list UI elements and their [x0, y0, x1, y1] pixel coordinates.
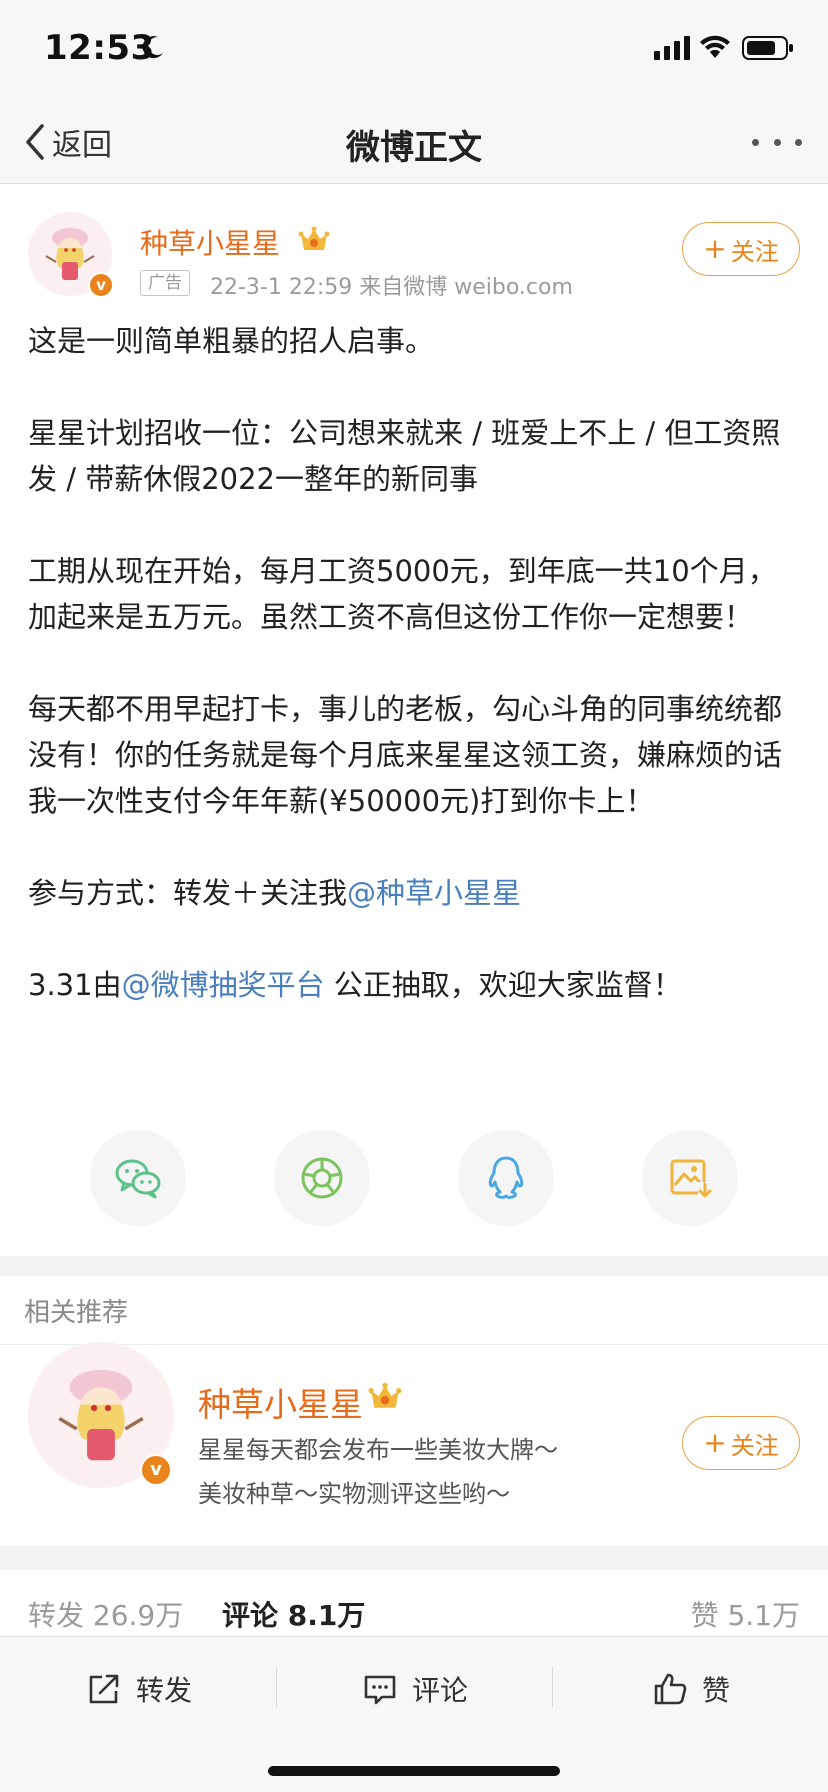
more-dot-icon: [752, 138, 759, 146]
post-paragraph: 这是一则简单粗暴的招人启事。: [28, 324, 435, 358]
paragraph-text: 3.31由: [28, 968, 122, 1002]
follow-label: 关注: [730, 237, 779, 266]
plus-icon: +: [703, 232, 727, 265]
post-content: 这是一则简单粗暴的招人启事。 星星计划招收一位：公司想来就来 / 班爱上不上 /…: [28, 318, 804, 1008]
save-image-icon: [670, 1159, 712, 1198]
related-description: 星星每天都会发布一些美妆大牌～ 美妆种草～实物测评这些哟～: [198, 1428, 618, 1516]
ad-tag: 广告: [140, 270, 190, 296]
signal-icon: [654, 36, 690, 60]
post-paragraph: 参与方式：转发＋关注我@种草小星星: [28, 870, 804, 916]
author-avatar[interactable]: v: [28, 212, 114, 298]
wifi-icon: [700, 35, 730, 58]
related-desc-line: 美妆种草～实物测评这些哟～: [198, 1480, 510, 1508]
paragraph-text: 参与方式：转发＋关注我: [28, 876, 348, 910]
status-bar: 12:53: [0, 0, 828, 100]
nav-bar: 返回 微博正文: [0, 100, 828, 184]
comment-icon: [364, 1675, 396, 1705]
share-moments-button[interactable]: [274, 1130, 370, 1226]
moon-icon: [142, 36, 163, 59]
status-time: 12:53: [44, 28, 155, 68]
follow-label: 关注: [730, 1431, 779, 1460]
follow-button[interactable]: + 关注: [682, 222, 800, 276]
more-dot-icon: [795, 138, 802, 146]
repost-button[interactable]: 转发: [86, 1665, 192, 1713]
moments-icon: [301, 1157, 343, 1199]
post-meta: 22-3-1 22:59 来自微博 weibo.com: [210, 275, 573, 300]
related-name[interactable]: 种草小星星: [198, 1378, 363, 1426]
post-paragraph: 3.31由@微博抽奖平台 公正抽取，欢迎大家监督！: [28, 962, 804, 1008]
section-divider: [0, 1256, 828, 1276]
repost-count-tab[interactable]: 转发 26.9万: [28, 1594, 183, 1634]
like-count-tab[interactable]: 赞 5.1万: [691, 1594, 800, 1634]
like-button[interactable]: 赞: [652, 1665, 730, 1713]
save-image-button[interactable]: [642, 1130, 738, 1226]
page-title: 微博正文: [346, 128, 482, 168]
related-follow-button[interactable]: + 关注: [682, 1416, 800, 1470]
qq-icon: [488, 1156, 524, 1199]
divider: [276, 1667, 277, 1707]
thumbs-up-icon: [654, 1673, 687, 1705]
comment-label: 评论: [412, 1674, 469, 1707]
verified-badge-icon: v: [140, 1454, 172, 1486]
section-divider: [0, 1546, 828, 1570]
more-dot-icon: [773, 138, 781, 146]
crown-badge-icon: [368, 1382, 402, 1408]
mention-link[interactable]: @种草小星星: [347, 876, 521, 910]
battery-icon: [742, 36, 793, 60]
related-desc-line: 星星每天都会发布一些美妆大牌～: [198, 1436, 558, 1464]
crown-badge-icon: [298, 226, 330, 250]
divider: [552, 1667, 553, 1707]
verified-badge-icon: v: [88, 272, 114, 298]
share-wechat-button[interactable]: [90, 1130, 186, 1226]
more-button[interactable]: [752, 130, 802, 154]
wechat-icon: [115, 1159, 161, 1199]
related-section-label: 相关推荐: [24, 1298, 129, 1328]
post-paragraph: 工期从现在开始，每月工资5000元，到年底一共10个月，加起来是五万元。虽然工资…: [28, 554, 777, 634]
comment-count-tab[interactable]: 评论 8.1万: [222, 1594, 365, 1634]
like-label: 赞: [702, 1674, 731, 1707]
plus-icon: +: [703, 1426, 727, 1459]
post-paragraph: 星星计划招收一位：公司想来就来 / 班爱上不上 / 但工资照发 / 带薪休假20…: [28, 416, 781, 496]
home-indicator: [268, 1766, 560, 1776]
repost-icon: [89, 1674, 119, 1704]
related-avatar[interactable]: v: [28, 1342, 174, 1488]
paragraph-text: 公正抽取，欢迎大家监督！: [324, 968, 682, 1002]
share-row: [0, 1130, 828, 1226]
post-paragraph: 每天都不用早起打卡，事儿的老板，勾心斗角的同事统统都没有！你的任务就是每个月底来…: [28, 692, 783, 818]
share-qq-button[interactable]: [458, 1130, 554, 1226]
mention-link[interactable]: @微博抽奖平台: [122, 968, 325, 1002]
repost-label: 转发: [136, 1674, 193, 1707]
comment-button[interactable]: 评论: [362, 1665, 468, 1713]
author-name[interactable]: 种草小星星: [140, 222, 280, 262]
